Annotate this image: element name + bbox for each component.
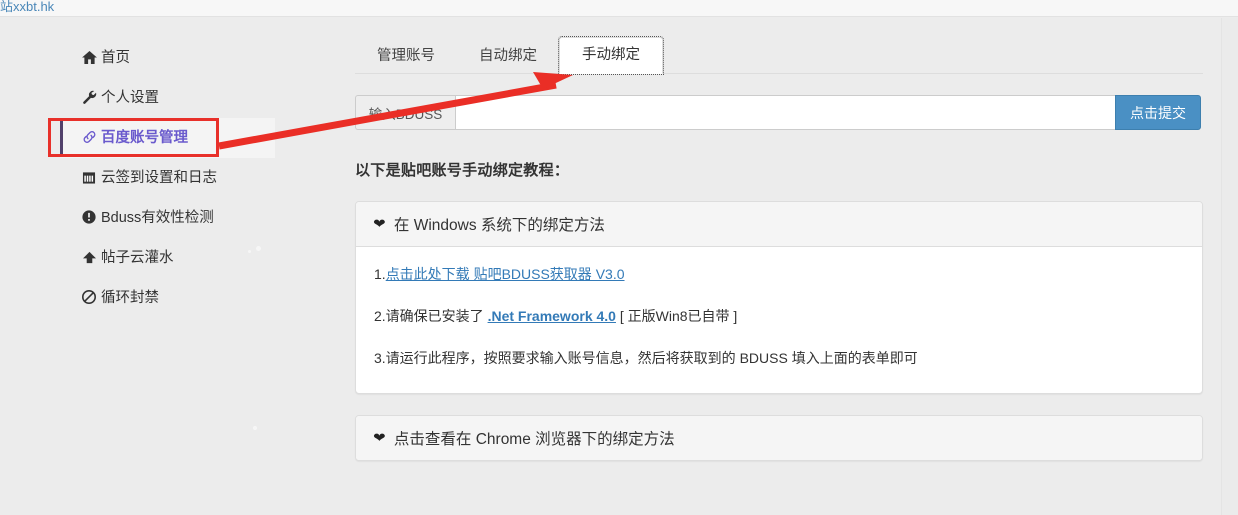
sparkle-artifact (253, 426, 257, 430)
info-icon (82, 210, 101, 226)
site-link[interactable]: 站xxbt.hk (0, 0, 54, 15)
submit-button[interactable]: 点击提交 (1115, 95, 1201, 130)
sidebar-item-label: 云签到设置和日志 (101, 169, 217, 186)
guide-step-2: 2.请确保已安装了 .Net Framework 4.0 [ 正版Win8已自带… (374, 295, 1184, 337)
tab-manual-bind[interactable]: 手动绑定 (558, 35, 664, 75)
dotnet-framework-link[interactable]: .Net Framework 4.0 (488, 308, 616, 324)
bduss-form: 输入BDUSS 点击提交 (355, 95, 1201, 130)
sidebar-item-label: 首页 (101, 49, 130, 66)
sidebar-item-label: 个人设置 (101, 89, 159, 106)
sidebar-item-cyclic-ban[interactable]: 循环封禁 (60, 278, 275, 318)
home-icon (82, 50, 101, 66)
tab-manage-accounts[interactable]: 管理账号 (355, 39, 457, 75)
step-2-suffix: [ 正版Win8已自带 ] (615, 308, 738, 324)
tutorial-intro-text: 以下是贴吧账号手动绑定教程： (355, 162, 570, 179)
sidebar-item-bduss-validity-check[interactable]: Bduss有效性检测 (60, 198, 275, 238)
link-icon (82, 130, 101, 146)
sidebar-item-label: 循环封禁 (101, 289, 159, 306)
panel-windows-title: 在 Windows 系统下的绑定方法 (393, 217, 605, 234)
step-1-prefix: 1. (374, 266, 386, 282)
guide-step-1: 1.点击此处下载 贴吧BDUSS获取器 V3.0 (374, 253, 1184, 295)
ban-icon (82, 290, 101, 306)
calendar-icon (82, 171, 101, 186)
tab-bar: 管理账号 自动绑定 手动绑定 (355, 33, 1203, 75)
sidebar-item-home[interactable]: 首页 (60, 38, 275, 78)
panel-windows-body: 1.点击此处下载 贴吧BDUSS获取器 V3.0 2.请确保已安装了 .Net … (356, 247, 1202, 393)
caret-down-icon: ❤ (373, 430, 386, 445)
sidebar-item-post-cloud-flood[interactable]: 帖子云灌水 (60, 238, 275, 278)
page-container: 首页 个人设置 百度账号管理 云签到设置和日志 Bduss有效性检测 帖子云灌水… (0, 18, 1238, 515)
sidebar-item-label: 帖子云灌水 (101, 249, 174, 266)
step-2-prefix: 2.请确保已安装了 (374, 308, 488, 324)
tab-auto-bind[interactable]: 自动绑定 (457, 39, 559, 75)
caret-down-icon: ❤ (373, 216, 386, 231)
panel-chrome-guide: ❤ 点击查看在 Chrome 浏览器下的绑定方法 (355, 415, 1203, 461)
wrench-icon (82, 90, 101, 106)
bduss-input-label: 输入BDUSS (355, 95, 455, 130)
sidebar-nav: 首页 个人设置 百度账号管理 云签到设置和日志 Bduss有效性检测 帖子云灌水… (60, 38, 275, 318)
vertical-scrollbar[interactable] (1221, 18, 1238, 515)
panel-windows-guide: ❤ 在 Windows 系统下的绑定方法 1.点击此处下载 贴吧BDUSS获取器… (355, 201, 1203, 394)
sidebar-item-cloud-signin-settings[interactable]: 云签到设置和日志 (60, 158, 275, 198)
panel-chrome-title: 点击查看在 Chrome 浏览器下的绑定方法 (393, 431, 675, 448)
upload-icon (82, 251, 101, 266)
panel-chrome-header[interactable]: ❤ 点击查看在 Chrome 浏览器下的绑定方法 (356, 416, 1202, 460)
panel-windows-header[interactable]: ❤ 在 Windows 系统下的绑定方法 (356, 202, 1202, 247)
sidebar-item-baidu-account-management[interactable]: 百度账号管理 (60, 118, 275, 158)
guide-step-3: 3.请运行此程序，按照要求输入账号信息，然后将获取到的 BDUSS 填入上面的表… (374, 350, 918, 366)
sidebar-item-personal-settings[interactable]: 个人设置 (60, 78, 275, 118)
sidebar-item-label: Bduss有效性检测 (101, 209, 214, 226)
sidebar-item-label: 百度账号管理 (101, 129, 188, 146)
bduss-input[interactable] (455, 95, 1115, 130)
browser-top-bar: 站xxbt.hk (0, 0, 1238, 17)
main-content: 管理账号 自动绑定 手动绑定 输入BDUSS 点击提交 以下是贴吧账号手动绑定教… (355, 33, 1203, 461)
download-bduss-tool-link[interactable]: 点击此处下载 贴吧BDUSS获取器 V3.0 (386, 266, 625, 282)
